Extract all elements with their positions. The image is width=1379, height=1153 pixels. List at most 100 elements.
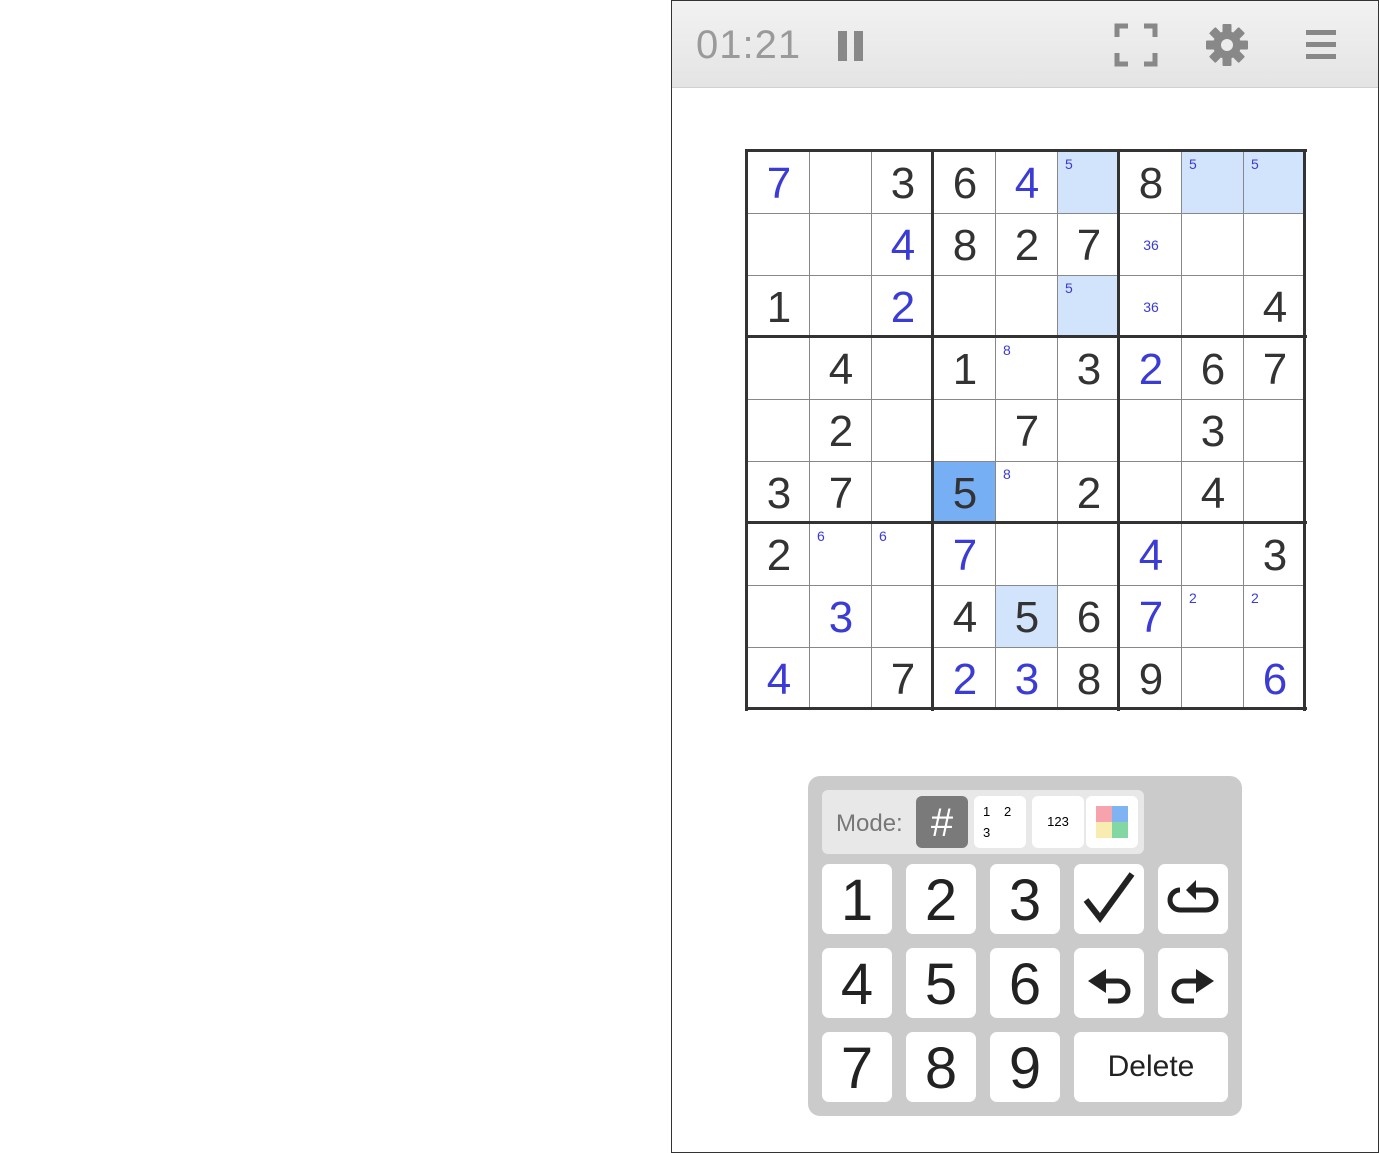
grid-cell-r2c9[interactable] bbox=[1244, 214, 1306, 276]
grid-cell-r8c4[interactable]: 4 bbox=[934, 586, 996, 648]
grid-cell-r6c6[interactable]: 2 bbox=[1058, 462, 1120, 524]
grid-cell-r9c4[interactable]: 2 bbox=[934, 648, 996, 710]
grid-cell-r6c3[interactable] bbox=[872, 462, 934, 524]
pause-icon[interactable] bbox=[838, 31, 864, 61]
grid-cell-r6c9[interactable] bbox=[1244, 462, 1306, 524]
grid-cell-r3c4[interactable] bbox=[934, 276, 996, 338]
mode-normal-button[interactable]: # bbox=[916, 796, 968, 848]
grid-cell-r4c2[interactable]: 4 bbox=[810, 338, 872, 400]
grid-cell-r7c6[interactable] bbox=[1058, 524, 1120, 586]
grid-cell-r2c5[interactable]: 2 bbox=[996, 214, 1058, 276]
digit-button-1[interactable]: 1 bbox=[822, 864, 892, 934]
delete-button[interactable]: Delete bbox=[1074, 1032, 1228, 1102]
grid-cell-r7c9[interactable]: 3 bbox=[1244, 524, 1306, 586]
grid-cell-r9c6[interactable]: 8 bbox=[1058, 648, 1120, 710]
grid-cell-r3c8[interactable] bbox=[1182, 276, 1244, 338]
grid-cell-r9c1[interactable]: 4 bbox=[748, 648, 810, 710]
grid-cell-r1c9[interactable]: 5 bbox=[1244, 152, 1306, 214]
hamburger-menu-icon[interactable] bbox=[1302, 23, 1346, 67]
grid-cell-r1c3[interactable]: 3 bbox=[872, 152, 934, 214]
grid-cell-r5c6[interactable] bbox=[1058, 400, 1120, 462]
grid-cell-r3c2[interactable] bbox=[810, 276, 872, 338]
grid-cell-r4c1[interactable] bbox=[748, 338, 810, 400]
grid-cell-r1c7[interactable]: 8 bbox=[1120, 152, 1182, 214]
grid-cell-r4c4[interactable]: 1 bbox=[934, 338, 996, 400]
grid-cell-r9c5[interactable]: 3 bbox=[996, 648, 1058, 710]
grid-cell-r1c4[interactable]: 6 bbox=[934, 152, 996, 214]
grid-cell-r6c7[interactable] bbox=[1120, 462, 1182, 524]
grid-cell-r8c1[interactable] bbox=[748, 586, 810, 648]
fullscreen-icon[interactable] bbox=[1114, 23, 1158, 67]
digit-button-4[interactable]: 4 bbox=[822, 948, 892, 1018]
grid-cell-r2c1[interactable] bbox=[748, 214, 810, 276]
grid-cell-r9c3[interactable]: 7 bbox=[872, 648, 934, 710]
grid-cell-r2c3[interactable]: 4 bbox=[872, 214, 934, 276]
grid-cell-r4c6[interactable]: 3 bbox=[1058, 338, 1120, 400]
grid-cell-r8c2[interactable]: 3 bbox=[810, 586, 872, 648]
grid-cell-r7c3[interactable]: 6 bbox=[872, 524, 934, 586]
grid-cell-r7c8[interactable] bbox=[1182, 524, 1244, 586]
grid-cell-r9c2[interactable] bbox=[810, 648, 872, 710]
grid-cell-r3c1[interactable]: 1 bbox=[748, 276, 810, 338]
grid-cell-r6c1[interactable]: 3 bbox=[748, 462, 810, 524]
digit-button-7[interactable]: 7 bbox=[822, 1032, 892, 1102]
grid-cell-r7c4[interactable]: 7 bbox=[934, 524, 996, 586]
grid-cell-r5c8[interactable]: 3 bbox=[1182, 400, 1244, 462]
grid-cell-r6c5[interactable]: 8 bbox=[996, 462, 1058, 524]
undo-button[interactable] bbox=[1074, 948, 1144, 1018]
grid-cell-r5c2[interactable]: 2 bbox=[810, 400, 872, 462]
grid-cell-r1c5[interactable]: 4 bbox=[996, 152, 1058, 214]
grid-cell-r5c9[interactable] bbox=[1244, 400, 1306, 462]
grid-cell-r8c7[interactable]: 7 bbox=[1120, 586, 1182, 648]
redo-button[interactable] bbox=[1158, 948, 1228, 1018]
grid-cell-r9c9[interactable]: 6 bbox=[1244, 648, 1306, 710]
digit-button-2[interactable]: 2 bbox=[906, 864, 976, 934]
restart-button[interactable] bbox=[1158, 864, 1228, 934]
grid-cell-r1c6[interactable]: 5 bbox=[1058, 152, 1120, 214]
grid-cell-r1c2[interactable] bbox=[810, 152, 872, 214]
grid-cell-r6c4[interactable]: 5 bbox=[934, 462, 996, 524]
grid-cell-r6c8[interactable]: 4 bbox=[1182, 462, 1244, 524]
grid-cell-r5c3[interactable] bbox=[872, 400, 934, 462]
grid-cell-r6c2[interactable]: 7 bbox=[810, 462, 872, 524]
mode-color-button[interactable] bbox=[1086, 796, 1138, 848]
grid-cell-r5c1[interactable] bbox=[748, 400, 810, 462]
grid-cell-r8c9[interactable]: 2 bbox=[1244, 586, 1306, 648]
grid-cell-r3c7[interactable]: 36 bbox=[1120, 276, 1182, 338]
grid-cell-r8c6[interactable]: 6 bbox=[1058, 586, 1120, 648]
grid-cell-r4c9[interactable]: 7 bbox=[1244, 338, 1306, 400]
grid-cell-r3c5[interactable] bbox=[996, 276, 1058, 338]
grid-cell-r4c3[interactable] bbox=[872, 338, 934, 400]
digit-button-5[interactable]: 5 bbox=[906, 948, 976, 1018]
grid-cell-r7c2[interactable]: 6 bbox=[810, 524, 872, 586]
grid-cell-r8c8[interactable]: 2 bbox=[1182, 586, 1244, 648]
grid-cell-r5c5[interactable]: 7 bbox=[996, 400, 1058, 462]
grid-cell-r9c7[interactable]: 9 bbox=[1120, 648, 1182, 710]
gear-icon[interactable] bbox=[1205, 23, 1249, 67]
mode-corner-button[interactable]: 1 2 3 bbox=[974, 796, 1026, 848]
check-button[interactable] bbox=[1074, 864, 1144, 934]
grid-cell-r1c1[interactable]: 7 bbox=[748, 152, 810, 214]
digit-button-9[interactable]: 9 bbox=[990, 1032, 1060, 1102]
digit-button-3[interactable]: 3 bbox=[990, 864, 1060, 934]
grid-cell-r8c5[interactable]: 5 bbox=[996, 586, 1058, 648]
digit-button-6[interactable]: 6 bbox=[990, 948, 1060, 1018]
grid-cell-r1c8[interactable]: 5 bbox=[1182, 152, 1244, 214]
grid-cell-r7c5[interactable] bbox=[996, 524, 1058, 586]
grid-cell-r5c4[interactable] bbox=[934, 400, 996, 462]
grid-cell-r2c8[interactable] bbox=[1182, 214, 1244, 276]
grid-cell-r7c1[interactable]: 2 bbox=[748, 524, 810, 586]
grid-cell-r2c4[interactable]: 8 bbox=[934, 214, 996, 276]
grid-cell-r2c2[interactable] bbox=[810, 214, 872, 276]
digit-button-8[interactable]: 8 bbox=[906, 1032, 976, 1102]
grid-cell-r4c8[interactable]: 6 bbox=[1182, 338, 1244, 400]
grid-cell-r2c6[interactable]: 7 bbox=[1058, 214, 1120, 276]
grid-cell-r9c8[interactable] bbox=[1182, 648, 1244, 710]
grid-cell-r7c7[interactable]: 4 bbox=[1120, 524, 1182, 586]
grid-cell-r8c3[interactable] bbox=[872, 586, 934, 648]
mode-center-button[interactable]: 123 bbox=[1032, 796, 1084, 848]
grid-cell-r2c7[interactable]: 36 bbox=[1120, 214, 1182, 276]
grid-cell-r4c7[interactable]: 2 bbox=[1120, 338, 1182, 400]
grid-cell-r3c9[interactable]: 4 bbox=[1244, 276, 1306, 338]
grid-cell-r4c5[interactable]: 8 bbox=[996, 338, 1058, 400]
